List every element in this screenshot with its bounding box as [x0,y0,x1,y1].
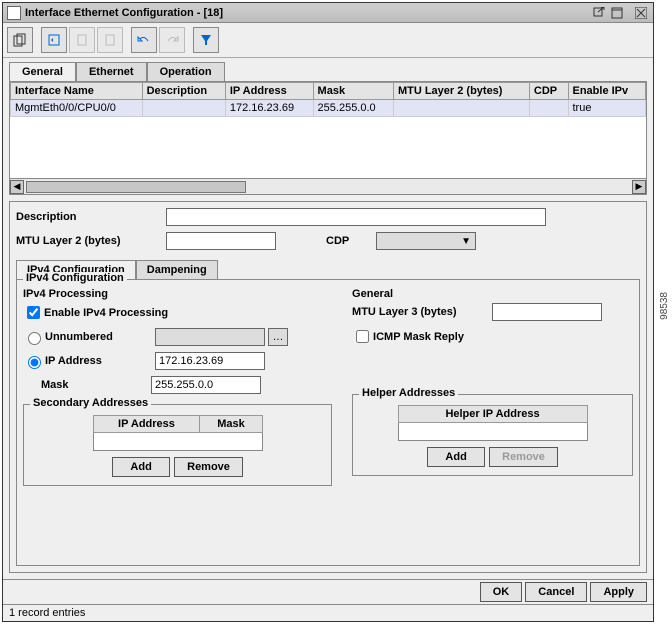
cdp-label: CDP [326,235,376,247]
col-mask[interactable]: Mask [313,83,393,100]
mtu3-input[interactable] [492,303,602,321]
unnumbered-input [155,328,265,346]
scroll-thumb[interactable] [26,181,246,193]
cell-cdp [529,100,568,117]
col-mtu2[interactable]: MTU Layer 2 (bytes) [393,83,529,100]
tab-ethernet[interactable]: Ethernet [76,62,147,81]
ipaddress-input[interactable] [155,352,265,370]
cell-desc [142,100,225,117]
status-bar: 1 record entries [3,604,653,621]
table-hscroll[interactable]: ◀ ▶ [9,179,647,195]
tab-operation[interactable]: Operation [147,62,225,81]
detach-icon[interactable] [591,6,607,20]
tab-general[interactable]: General [9,62,76,81]
doc-icon[interactable] [69,27,95,53]
ok-button[interactable]: OK [480,582,523,602]
mask-input[interactable] [151,376,261,394]
undo-icon[interactable] [131,27,157,53]
icmp-checkbox[interactable] [356,330,369,343]
mtu2-label: MTU Layer 2 (bytes) [16,235,166,247]
enable-ipv4-checkbox[interactable] [27,306,40,319]
description-input[interactable] [166,208,546,226]
helper-legend: Helper Addresses [359,387,458,399]
sec-add-button[interactable]: Add [112,457,170,477]
cell-ifname: MgmtEth0/0/CPU0/0 [11,100,143,117]
cell-mtu2 [393,100,529,117]
icmp-label: ICMP Mask Reply [373,331,464,343]
copy-icon[interactable] [7,27,33,53]
secondary-list[interactable] [93,433,263,451]
maximize-icon[interactable] [609,6,625,20]
cell-ip: 172.16.23.69 [225,100,313,117]
ipaddress-label: IP Address [45,355,155,367]
secondary-legend: Secondary Addresses [30,397,151,409]
browse-button[interactable]: … [268,328,288,346]
close-icon[interactable] [633,6,649,20]
tab-dampening[interactable]: Dampening [136,260,218,279]
sec-mask-col[interactable]: Mask [200,416,262,433]
general-legend: General [352,288,633,300]
interface-table[interactable]: Interface Name Description IP Address Ma… [9,81,647,179]
helper-remove-button: Remove [489,447,558,467]
helper-add-button[interactable]: Add [427,447,485,467]
col-cdp[interactable]: CDP [529,83,568,100]
cell-enipv: true [568,100,646,117]
cancel-button[interactable]: Cancel [525,582,587,602]
refresh-icon[interactable] [41,27,67,53]
apply-button[interactable]: Apply [590,582,647,602]
ipv4-legend: IPv4 Configuration [23,272,127,284]
mask-label: Mask [41,379,151,391]
sec-remove-button[interactable]: Remove [174,457,243,477]
ipaddress-radio[interactable] [28,356,41,369]
cell-mask: 255.255.0.0 [313,100,393,117]
ipv4-proc-legend: IPv4 Processing [23,288,332,300]
enable-ipv4-label: Enable IPv4 Processing [44,307,168,319]
scroll-left-icon[interactable]: ◀ [10,180,24,194]
filter-icon[interactable] [193,27,219,53]
description-label: Description [16,211,166,223]
cdp-select[interactable]: ▼ [376,232,476,250]
unnumbered-label: Unnumbered [45,331,155,343]
image-id: 98538 [659,292,670,320]
sec-ip-col[interactable]: IP Address [93,416,200,433]
doc2-icon[interactable] [97,27,123,53]
helper-col[interactable]: Helper IP Address [398,406,587,423]
unnumbered-radio[interactable] [28,332,41,345]
table-row[interactable]: MgmtEth0/0/CPU0/0 172.16.23.69 255.255.0… [11,100,646,117]
scroll-right-icon[interactable]: ▶ [632,180,646,194]
mtu3-label: MTU Layer 3 (bytes) [352,306,492,318]
col-ifname[interactable]: Interface Name [11,83,143,100]
window-title: Interface Ethernet Configuration - [18] [25,7,591,19]
col-ip[interactable]: IP Address [225,83,313,100]
mtu2-input[interactable] [166,232,276,250]
helper-list[interactable] [398,423,588,441]
col-enipv[interactable]: Enable IPv [568,83,646,100]
window-icon [7,6,21,20]
redo-icon[interactable] [159,27,185,53]
col-desc[interactable]: Description [142,83,225,100]
